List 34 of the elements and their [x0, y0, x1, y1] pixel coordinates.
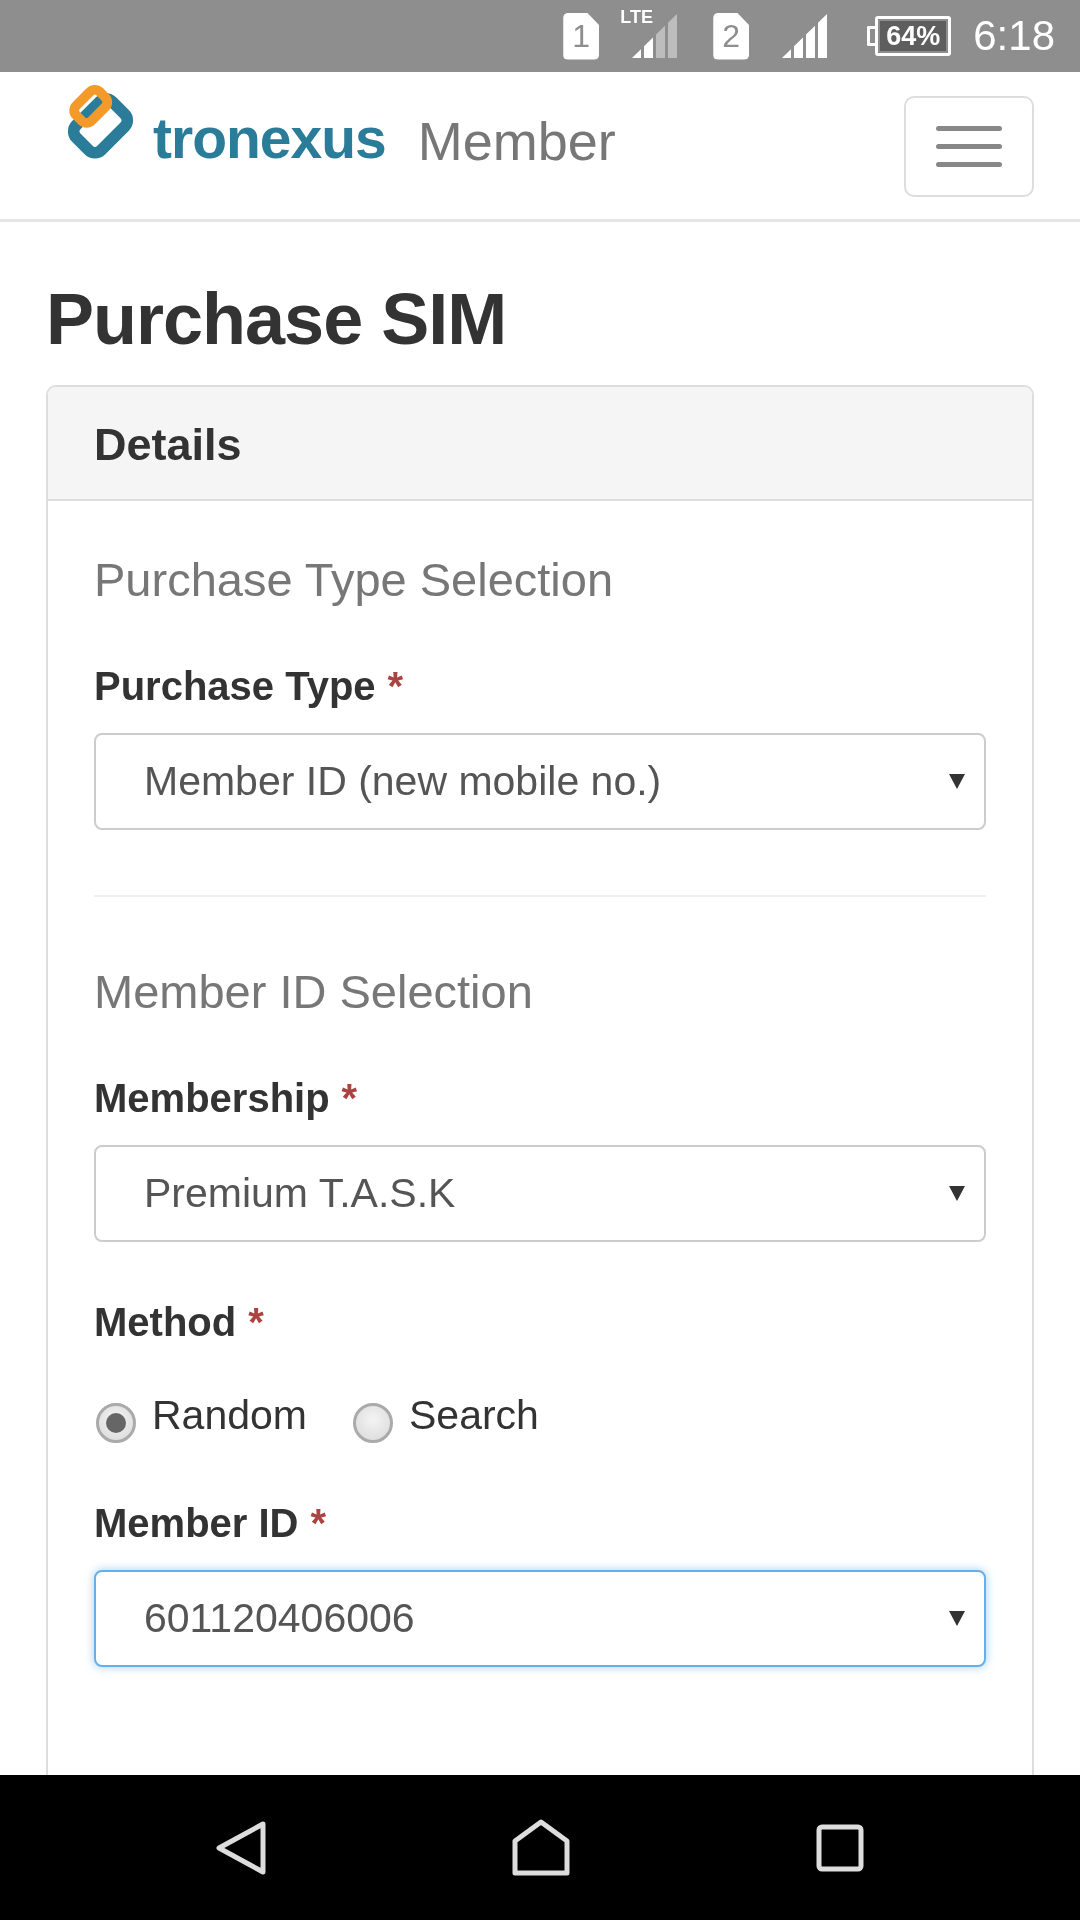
sim-indicator: 2: [713, 12, 750, 60]
caret-icon: [949, 1186, 965, 1201]
navbar-title: Member: [417, 114, 616, 168]
select-field[interactable]: Premium T.A.S.K: [94, 1145, 986, 1242]
radio-button[interactable]: [353, 1403, 393, 1443]
select-field[interactable]: 601120406006: [94, 1570, 986, 1667]
section-title: Member ID Selection: [94, 968, 534, 1015]
radio-label: Search: [409, 1395, 539, 1436]
battery-indicator: 64%: [867, 16, 952, 56]
home-icon[interactable]: [512, 1819, 570, 1876]
radio-button[interactable]: [96, 1403, 136, 1443]
menu-icon: [936, 126, 1002, 167]
field-label: Method: [94, 1302, 237, 1342]
required-mark: *: [387, 666, 404, 706]
caret-icon: [949, 1611, 965, 1626]
field-label: Membership: [94, 1078, 330, 1118]
network-type-label: LTE: [620, 8, 653, 26]
required-mark: *: [341, 1078, 358, 1118]
page-title: Purchase SIM: [46, 283, 508, 355]
select-field[interactable]: Member ID (new mobile no.): [94, 733, 986, 830]
required-mark: *: [310, 1503, 327, 1543]
status-time: 6:18: [973, 15, 1055, 57]
logo-wordmark: tronexus: [153, 110, 386, 167]
signal-icon: [782, 14, 828, 58]
field-label: Purchase Type: [94, 666, 376, 706]
sim-indicator: 1: [563, 12, 600, 60]
required-mark: *: [248, 1302, 264, 1342]
menu-button[interactable]: [904, 96, 1034, 197]
radio-label: Random: [152, 1395, 307, 1436]
caret-icon: [949, 774, 965, 789]
field-label: Member ID: [94, 1503, 299, 1543]
back-icon[interactable]: [216, 1820, 266, 1875]
card-header: Details: [48, 387, 1032, 501]
square-icon[interactable]: [816, 1823, 864, 1872]
